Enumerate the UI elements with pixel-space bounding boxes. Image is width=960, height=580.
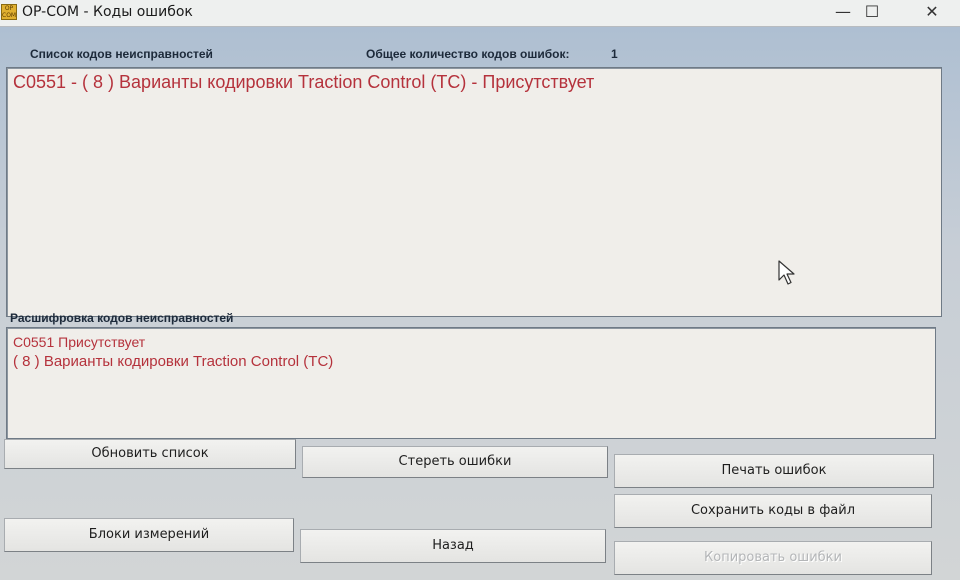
decoding-line: C0551 Присутствует [13,334,146,350]
codes-list-panel[interactable]: C0551 - ( 8 ) Варианты кодировки Tractio… [6,67,942,317]
maximize-icon[interactable]: ☐ [849,0,895,26]
print-errors-button[interactable]: Печать ошибок [614,454,934,488]
codes-count-value: 1 [611,47,618,61]
copy-errors-button[interactable]: Копировать ошибки [614,541,932,575]
back-button[interactable]: Назад [300,529,606,563]
measurement-blocks-button[interactable]: Блоки измерений [4,518,294,552]
list-item[interactable]: C0551 - ( 8 ) Варианты кодировки Tractio… [13,72,594,93]
opcom-app-icon: OP COM [1,4,17,20]
close-icon[interactable]: ✕ [909,0,955,26]
codes-list-header: Список кодов неисправностей [30,47,213,61]
main-area: Список кодов неисправностей Общее количе… [0,27,960,580]
decoding-panel[interactable]: C0551 Присутствует ( 8 ) Варианты кодиро… [6,327,936,439]
decoding-header: Расшифровка кодов неисправностей [10,311,234,325]
decoding-line: ( 8 ) Варианты кодировки Traction Contro… [13,353,334,370]
refresh-list-button[interactable]: Обновить список [4,439,296,469]
window-title: OP-COM - Коды ошибок [22,4,193,20]
codes-count-label: Общее количество кодов ошибок: [366,47,570,61]
clear-errors-button[interactable]: Стереть ошибки [302,446,608,478]
arrow-cursor-icon [778,260,795,285]
save-codes-button[interactable]: Сохранить коды в файл [614,494,932,528]
title-bar: OP COM OP-COM - Коды ошибок — ☐ ✕ [0,0,960,27]
